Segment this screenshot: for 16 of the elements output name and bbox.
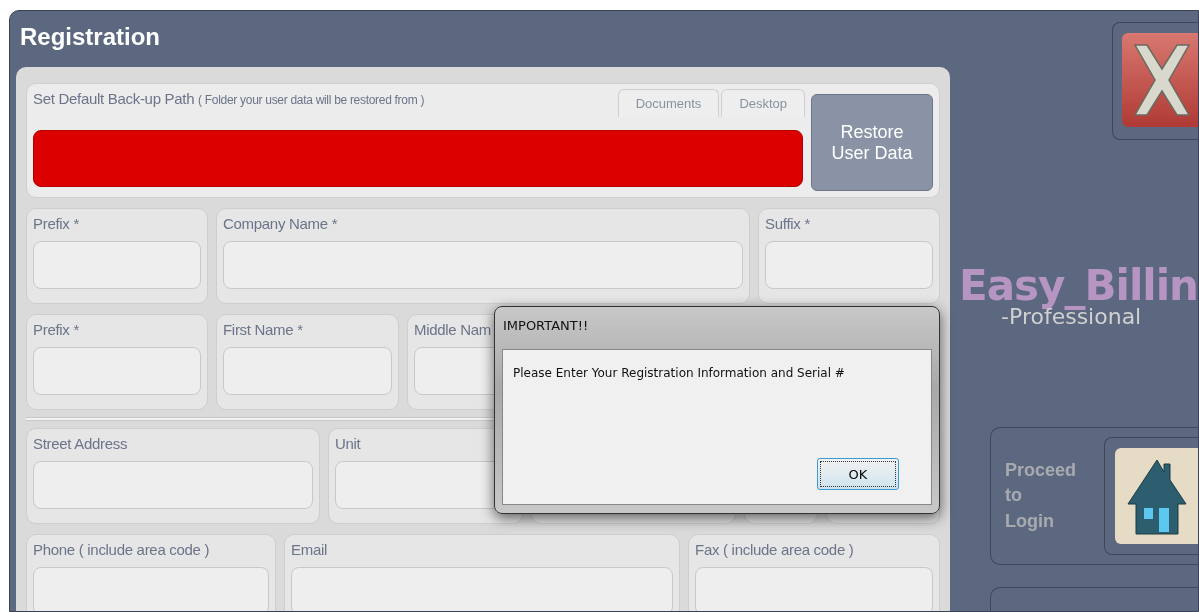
dialog-title: IMPORTANT!! (502, 317, 590, 335)
field-label: Company Name * (223, 215, 338, 233)
field-label: Street Address (33, 435, 128, 453)
field-label: Prefix * (33, 215, 79, 233)
field-label: Suffix * (765, 215, 810, 233)
field-label: Phone ( include area code ) (33, 541, 210, 559)
field-label: Unit (335, 435, 361, 453)
field-label: Middle Nam (414, 321, 492, 339)
window-title: Registration (19, 22, 161, 52)
backup-path-label: Set Default Back-up Path ( Folder your user data will be restored from ) (33, 90, 425, 107)
login-label: Proceed to Login (1005, 459, 1075, 533)
field-label: Prefix * (33, 321, 79, 339)
field-label: First Name * (223, 321, 303, 339)
dialog-message: Please Enter Your Registration Information and Serial # (513, 366, 846, 382)
field-label: Email (291, 541, 327, 559)
field-label: Fax ( include area code ) (695, 541, 854, 559)
